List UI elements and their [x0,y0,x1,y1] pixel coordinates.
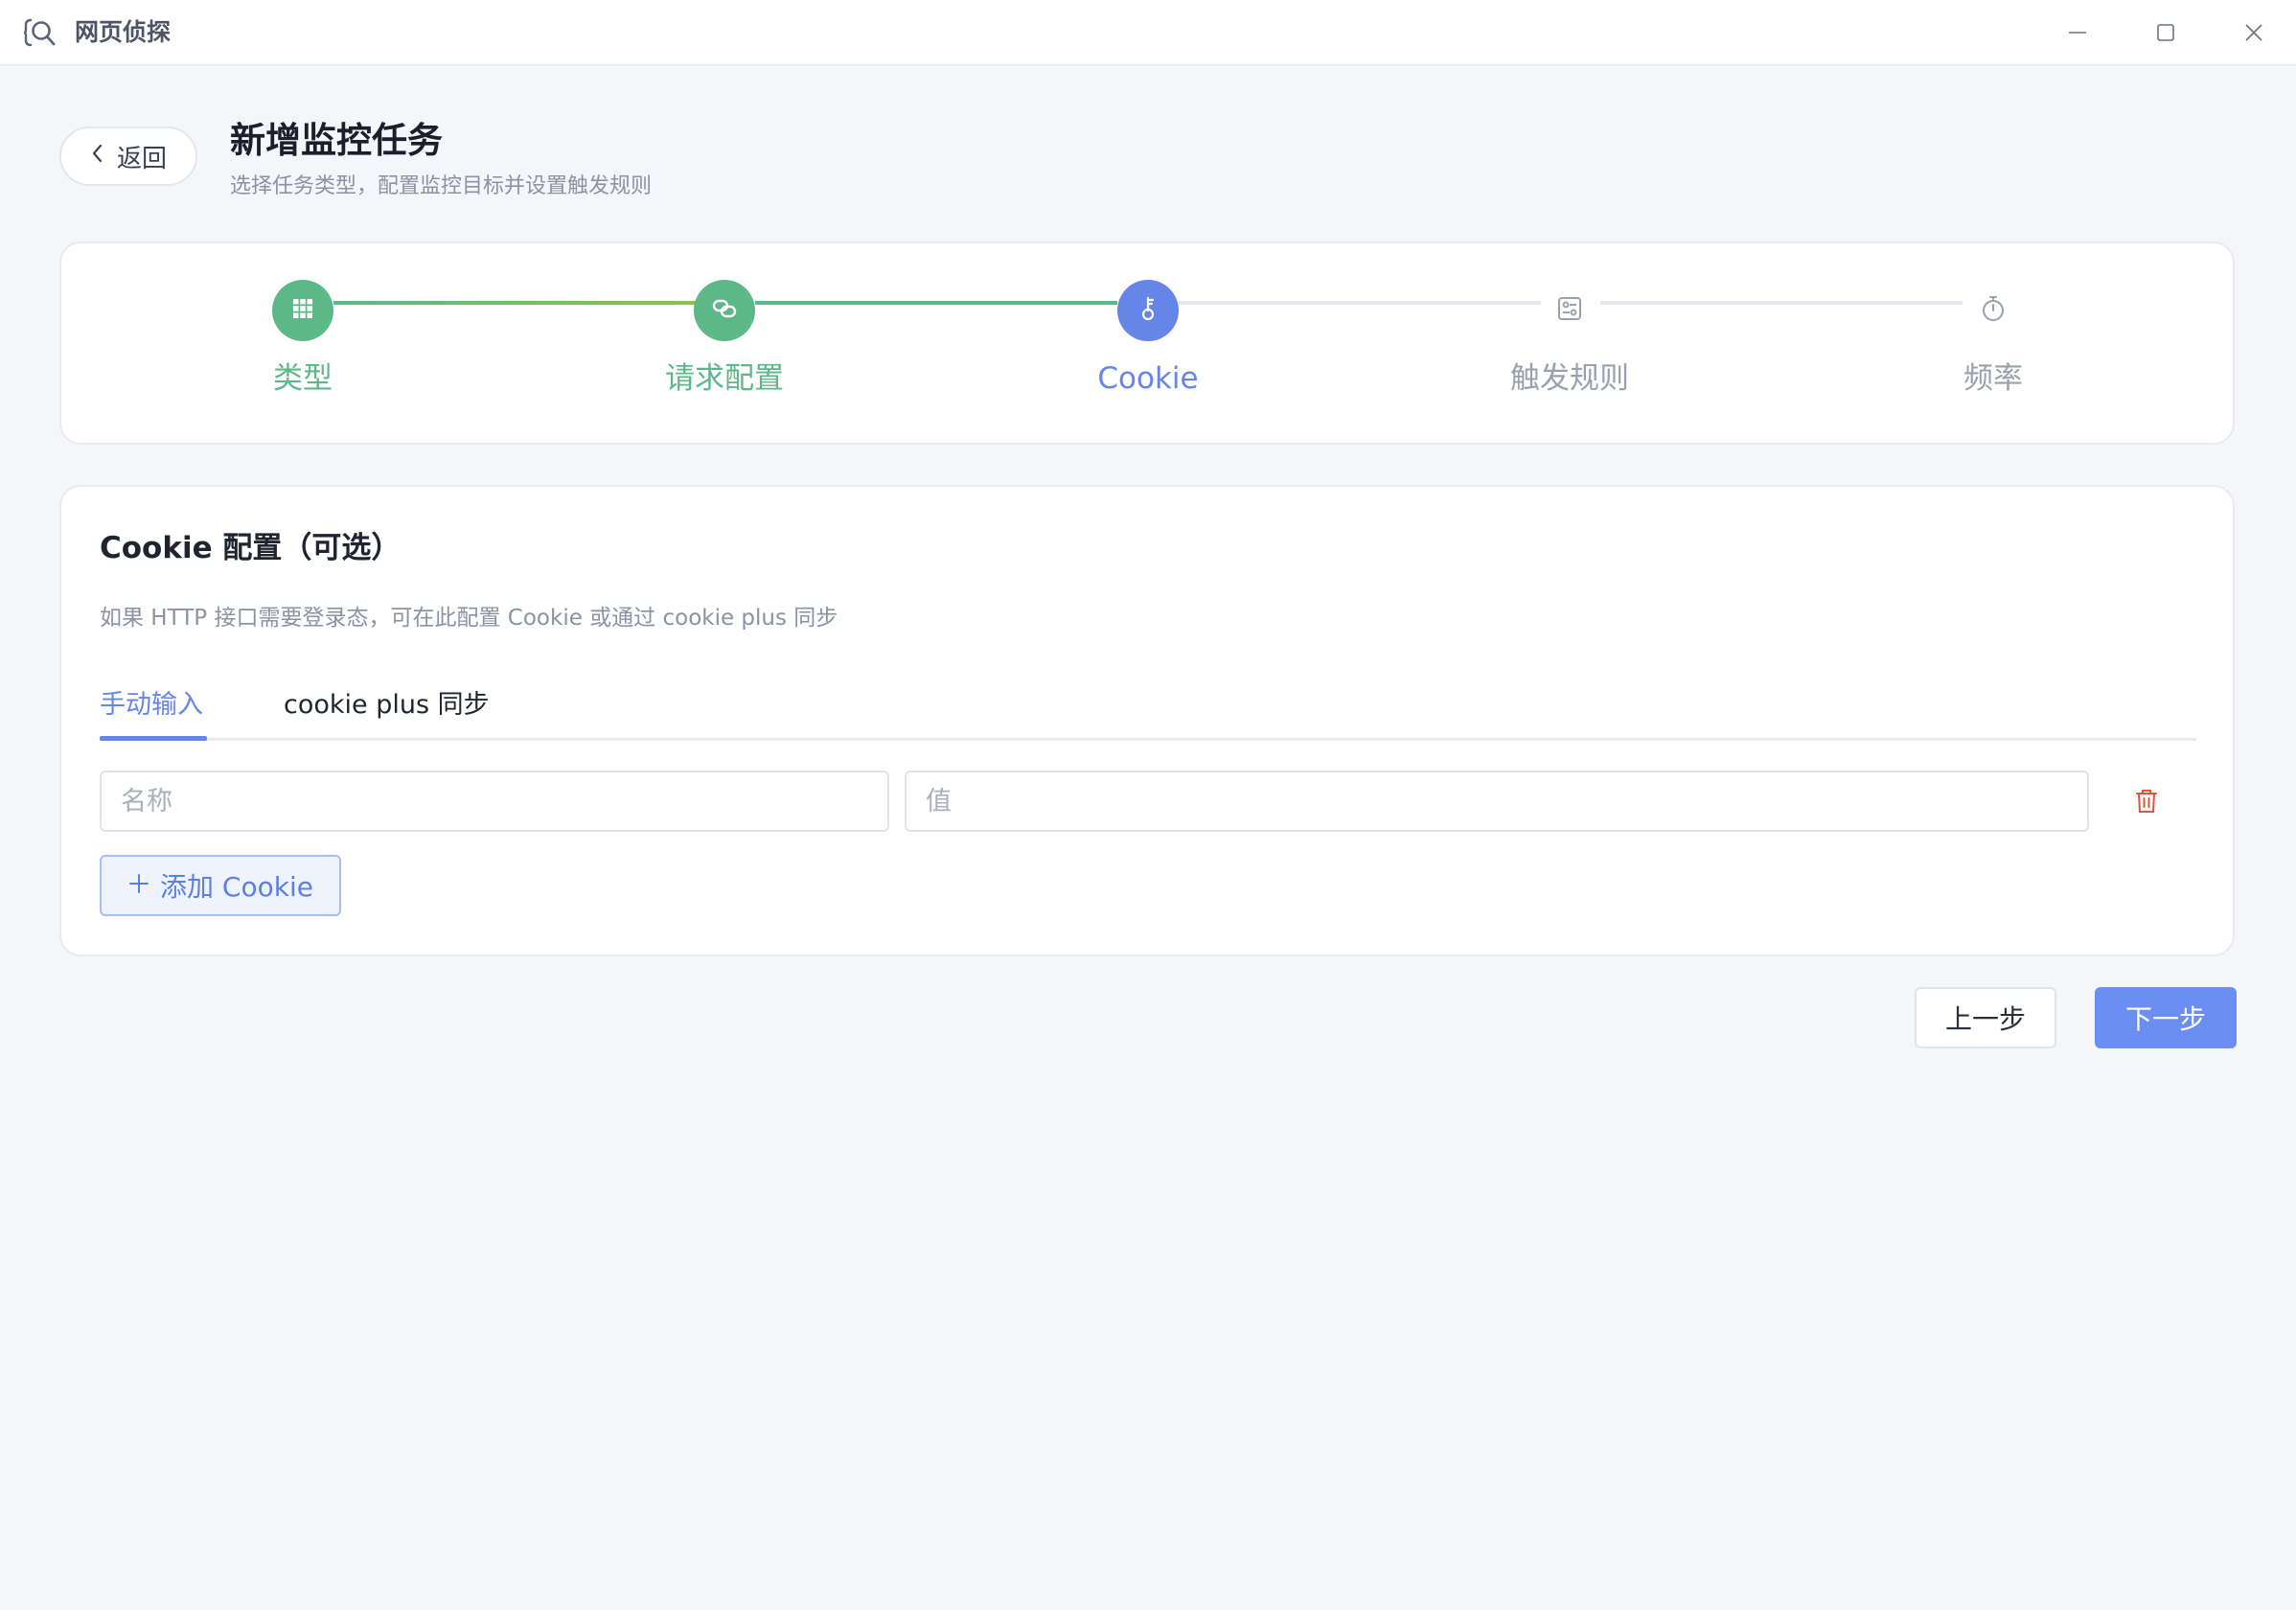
step-3-cookie[interactable] [1117,280,1179,341]
add-cookie-button[interactable]: 添加 Cookie [100,855,341,916]
section-title: Cookie 配置（可选） [100,531,402,565]
stopwatch-icon [1979,294,2008,327]
add-cookie-label: 添加 Cookie [160,871,313,903]
app-logo-icon [23,15,57,50]
step-4-label: 触发规则 [1510,361,1629,396]
back-button[interactable]: 返回 [59,126,197,186]
link-icon [711,295,738,326]
step-connector-4 [1600,301,1963,305]
section-description: 如果 HTTP 接口需要登录态，可在此配置 Cookie 或通过 cookie … [100,606,838,631]
step-2-request[interactable] [694,280,755,341]
page-title: 新增监控任务 [230,120,443,161]
step-1-label: 类型 [273,361,333,396]
previous-step-button[interactable]: 上一步 [1915,987,2056,1048]
step-connector-2 [755,301,1117,305]
grid-icon [291,297,314,324]
step-2-label: 请求配置 [665,361,784,396]
key-icon [1136,295,1160,326]
steps-card [59,242,2235,445]
step-4-rules[interactable] [1550,291,1589,330]
trash-icon[interactable] [2129,784,2164,818]
tab-active-indicator [100,736,207,741]
back-label: 返回 [116,144,167,173]
cookie-name-input[interactable] [100,770,889,832]
plus-icon [127,870,150,902]
maximize-icon[interactable] [2147,13,2185,52]
next-step-button[interactable]: 下一步 [2095,987,2237,1048]
cookie-value-input[interactable] [905,770,2089,832]
close-icon[interactable] [2235,13,2273,52]
tab-manual-input[interactable]: 手动输入 [100,686,203,724]
minimize-icon[interactable] [2058,13,2097,52]
rules-icon [1555,294,1584,327]
step-1-type[interactable] [272,280,333,341]
step-3-label: Cookie [1097,361,1199,396]
app-title: 网页侦探 [75,18,172,46]
tabs-divider [100,738,2196,741]
chevron-left-icon [90,142,105,171]
page-subtitle: 选择任务类型，配置监控目标并设置触发规则 [230,174,653,198]
step-5-frequency[interactable] [1974,291,2012,330]
title-bar: 网页侦探 [0,0,2296,65]
tab-cookie-plus-sync[interactable]: cookie plus 同步 [284,686,490,724]
step-connector-3 [1179,301,1541,305]
step-5-label: 频率 [1963,361,2023,396]
step-connector-1 [333,301,696,305]
